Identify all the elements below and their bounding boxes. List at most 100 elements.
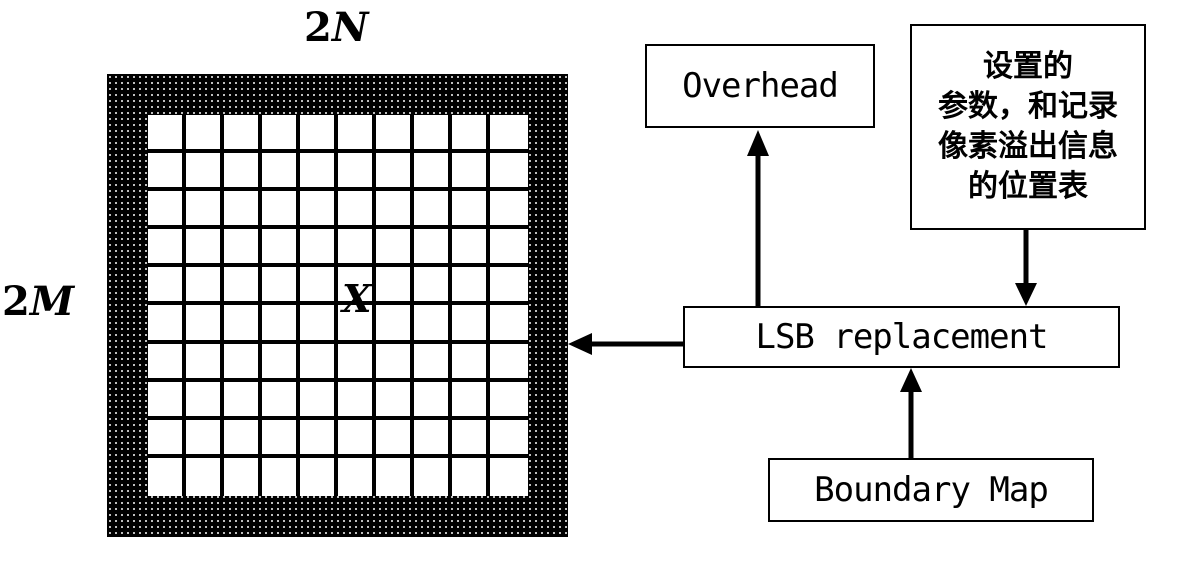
pixel-cell: [148, 457, 186, 496]
width-label-var: N: [331, 4, 369, 51]
pixel-cell: [148, 419, 186, 458]
pixel-cell: [186, 305, 224, 344]
center-pixel-label: X: [342, 276, 371, 321]
boundary-map-label: Boundary Map: [814, 470, 1049, 510]
arrow-lsb-to-overhead: [747, 130, 769, 306]
pixel-cell: [490, 115, 528, 154]
pixel-cell: [262, 457, 300, 496]
pixel-cell: [224, 191, 262, 230]
pixel-cell: [148, 381, 186, 420]
boundary-map-box: Boundary Map: [768, 458, 1094, 522]
pixel-cell: [300, 381, 338, 420]
pixel-cell: [300, 229, 338, 268]
pixel-cell: [338, 381, 376, 420]
pixel-cell: [224, 229, 262, 268]
pixel-cell: [186, 381, 224, 420]
pixel-cell: [224, 115, 262, 154]
pixel-cell: [262, 267, 300, 306]
pixel-cell: [490, 458, 528, 496]
pixel-cell: [262, 343, 300, 382]
pixel-cell: [224, 457, 262, 496]
pixel-cell: [376, 343, 414, 382]
pixel-cell: [186, 191, 224, 230]
pixel-cell: [262, 115, 300, 154]
pixel-cell: [490, 305, 528, 344]
pixel-cell: [148, 153, 186, 192]
pixel-cell: [490, 382, 528, 420]
pixel-cell: [300, 419, 338, 458]
pixel-cell: [490, 191, 528, 230]
pixel-cell: [148, 115, 186, 154]
pixel-cell: [376, 115, 414, 154]
pixel-cell: [338, 191, 376, 230]
pixel-cell: [262, 305, 300, 344]
pixel-cell: [262, 229, 300, 268]
pixel-cell: [376, 191, 414, 230]
pixel-cell: [490, 420, 528, 458]
parameters-box: 设置的 参数，和记录 像素溢出信息 的位置表: [910, 24, 1146, 230]
pixel-cell: [338, 457, 376, 496]
pixel-cell: [262, 191, 300, 230]
overhead-box: Overhead: [645, 44, 875, 128]
overhead-label: Overhead: [682, 66, 839, 106]
pixel-cell: [224, 153, 262, 192]
pixel-cell: [452, 267, 490, 306]
pixel-cell: [452, 381, 490, 420]
pixel-cell: [414, 343, 452, 382]
parameters-line-1: 设置的: [983, 49, 1073, 84]
pixel-cell: [300, 153, 338, 192]
pixel-cell: [186, 343, 224, 382]
pixel-cell: [300, 191, 338, 230]
pixel-cell: [186, 267, 224, 306]
pixel-cell: [414, 419, 452, 458]
lsb-replacement-box: LSB replacement: [683, 306, 1120, 368]
pixel-cell: [186, 115, 224, 154]
pixel-cell: [414, 115, 452, 154]
parameters-line-2: 参数，和记录: [938, 89, 1118, 124]
pixel-cell: [186, 229, 224, 268]
pixel-cell: [414, 191, 452, 230]
pixel-cell: [452, 115, 490, 154]
pixel-cell: [452, 305, 490, 344]
pixel-cell: [376, 305, 414, 344]
pixel-cell: [452, 229, 490, 268]
pixel-cell: [186, 419, 224, 458]
pixel-cell: [490, 267, 528, 306]
parameters-line-4: 的位置表: [968, 169, 1088, 204]
pixel-cell: [148, 267, 186, 306]
pixel-cell: [452, 153, 490, 192]
pixel-cell: [148, 191, 186, 230]
pixel-cell: [376, 153, 414, 192]
pixel-cell: [414, 381, 452, 420]
arrow-parameters-to-lsb: [1015, 230, 1037, 306]
pixel-cell: [224, 267, 262, 306]
pixel-cell: [490, 344, 528, 382]
pixel-cell: [376, 419, 414, 458]
pixel-cell: [376, 267, 414, 306]
pixel-cell: [490, 153, 528, 192]
pixel-cell: [224, 381, 262, 420]
pixel-cell: [300, 457, 338, 496]
pixel-cell: [224, 419, 262, 458]
pixel-cell: [452, 457, 490, 496]
width-label-prefix: 2: [304, 4, 332, 51]
arrow-lsb-to-image: [568, 333, 683, 355]
lsb-replacement-label: LSB replacement: [755, 317, 1048, 357]
height-label-prefix: 2: [2, 278, 30, 325]
pixel-cell: [262, 153, 300, 192]
height-label-var: M: [29, 278, 75, 325]
pixel-cell: [148, 343, 186, 382]
pixel-cell: [262, 419, 300, 458]
pixel-cell: [414, 153, 452, 192]
pixel-cell: [300, 267, 338, 306]
pixel-cell: [376, 457, 414, 496]
pixel-cell: [148, 229, 186, 268]
pixel-cell: [262, 381, 300, 420]
pixel-cell: [186, 457, 224, 496]
pixel-cell: [300, 305, 338, 344]
pixel-cell: [414, 267, 452, 306]
pixel-cell: [414, 229, 452, 268]
pixel-cell: [414, 305, 452, 344]
pixel-cell: [338, 419, 376, 458]
pixel-cell: [338, 153, 376, 192]
